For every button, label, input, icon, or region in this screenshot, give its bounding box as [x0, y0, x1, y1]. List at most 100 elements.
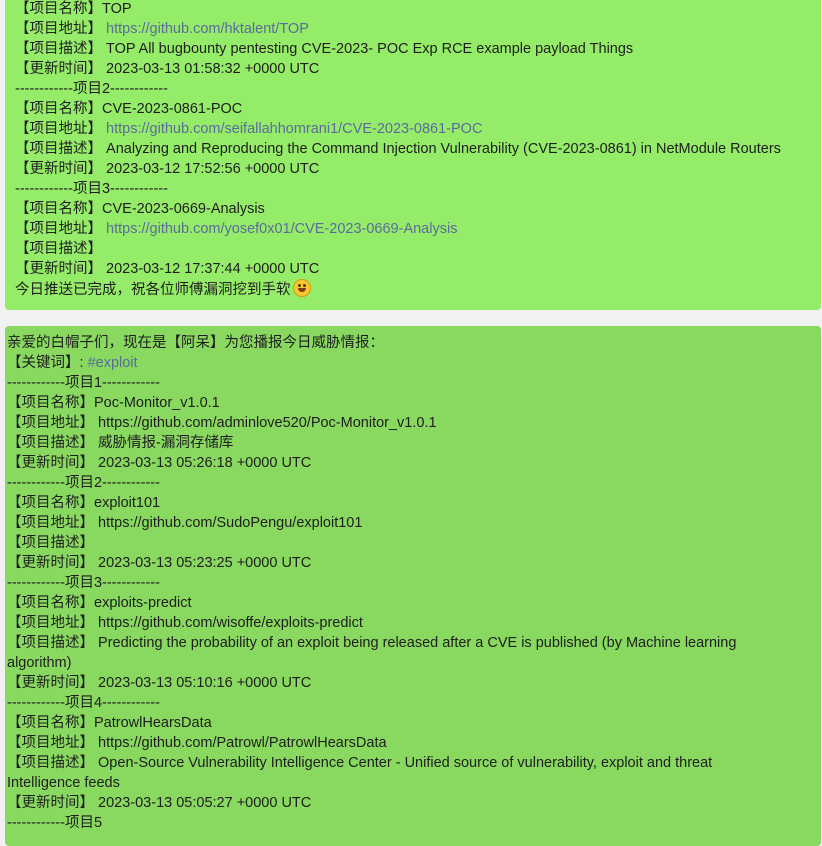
keyword-hashtag[interactable]: #exploit: [88, 355, 138, 371]
field-value: TOP: [102, 1, 132, 17]
project-description: 威胁情报-漏洞存储库: [98, 435, 234, 451]
project-updated-time: 2023-03-13 05:26:18 +0000 UTC: [98, 455, 312, 471]
field-label: 【更新时间】: [15, 261, 107, 277]
project-url[interactable]: https://github.com/SudoPengu/exploit101: [98, 515, 362, 531]
project-separator: ------------项目4------------: [7, 695, 160, 711]
field-label: 【项目描述】: [7, 435, 99, 451]
project-url-link[interactable]: https://github.com/seifallahhomrani1/CVE…: [106, 121, 482, 137]
field-label: 【项目名称】: [7, 595, 94, 611]
message-line: 【项目地址】 https://github.com/hktalent/TOP: [15, 19, 821, 39]
project-url[interactable]: https://github.com/Patrowl/PatrowlHearsD…: [98, 735, 387, 751]
field-label: 【项目地址】: [15, 221, 107, 237]
field-value: Analyzing and Reproducing the Command In…: [106, 141, 781, 157]
message-line: 【更新时间】 2023-03-13 01:58:32 +0000 UTC: [15, 59, 821, 79]
closing-text: 今日推送已完成，祝各位师傅漏洞挖到手软: [15, 282, 291, 298]
keyword-line: 【关键词】: #exploit: [7, 353, 821, 373]
trailing-separator: ------------项目5: [7, 815, 103, 831]
message-line: ------------项目3------------: [15, 179, 821, 199]
project-url-line: 【项目地址】 https://github.com/SudoPengu/expl…: [7, 513, 821, 533]
project-name: PatrowlHearsData: [94, 715, 212, 731]
project-updated-time: 2023-03-13 05:05:27 +0000 UTC: [98, 795, 312, 811]
project-item: ------------项目1------------ 【项目名称】Poc-Mon…: [7, 373, 821, 473]
field-label: 【更新时间】: [7, 795, 99, 811]
field-label: 【项目名称】: [15, 101, 102, 117]
message-line: ------------项目2------------: [15, 79, 821, 99]
project-url-line: 【项目地址】 https://github.com/adminlove520/P…: [7, 413, 821, 433]
project-name-line: 【项目名称】exploits-predict: [7, 593, 821, 613]
project-url-link[interactable]: https://github.com/yosef0x01/CVE-2023-06…: [106, 221, 457, 237]
project-description: Predicting the probability of an exploit…: [7, 635, 737, 671]
field-value: ------------项目2------------: [15, 81, 168, 97]
project-name: exploit101: [94, 495, 161, 511]
field-label: 【项目名称】: [7, 495, 94, 511]
field-label: 【项目名称】: [15, 201, 102, 217]
message-line: 【项目描述】 Analyzing and Reproducing the Com…: [15, 139, 821, 159]
project-name: Poc-Monitor_v1.0.1: [94, 395, 220, 411]
project-separator: ------------项目3------------: [7, 575, 160, 591]
field-label: 【项目描述】: [7, 535, 94, 551]
project-separator: ------------项目2------------: [7, 475, 160, 491]
project-description-line: 【项目描述】: [7, 533, 821, 553]
message-line: 【更新时间】 2023-03-12 17:37:44 +0000 UTC: [15, 259, 821, 279]
project-updated-time-line: 【更新时间】 2023-03-13 05:26:18 +0000 UTC: [7, 453, 821, 473]
project-updated-time: 2023-03-13 05:23:25 +0000 UTC: [98, 555, 312, 571]
project-name: exploits-predict: [94, 595, 192, 611]
project-description-line: 【项目描述】 Open-Source Vulnerability Intelli…: [7, 753, 821, 793]
project-separator: ------------项目1------------: [7, 375, 160, 391]
field-label: 【项目地址】: [7, 735, 99, 751]
project-item: ------------项目3------------ 【项目名称】exploit…: [7, 573, 821, 693]
field-label: 【项目描述】: [7, 635, 99, 651]
message-line: 【更新时间】 2023-03-12 17:52:56 +0000 UTC: [15, 159, 821, 179]
field-label: 【更新时间】: [15, 61, 107, 77]
field-label: 【项目描述】: [7, 755, 99, 771]
project-url-line: 【项目地址】 https://github.com/wisoffe/exploi…: [7, 613, 821, 633]
project-updated-time: 2023-03-13 05:10:16 +0000 UTC: [98, 675, 312, 691]
field-label: 【更新时间】: [7, 675, 99, 691]
project-updated-time-line: 【更新时间】 2023-03-13 05:05:27 +0000 UTC: [7, 793, 821, 813]
field-label: 【项目地址】: [7, 415, 99, 431]
field-label: 【更新时间】: [15, 161, 107, 177]
message-bubble-2[interactable]: 亲爱的白帽子们，现在是【阿呆】为您播报今日威胁情报： 【关键词】: #explo…: [5, 326, 821, 846]
project-url[interactable]: https://github.com/adminlove520/Poc-Moni…: [98, 415, 437, 431]
field-value: 2023-03-12 17:37:44 +0000 UTC: [106, 261, 320, 277]
message-line: 【项目地址】 https://github.com/seifallahhomra…: [15, 119, 821, 139]
message-bubble-1[interactable]: 【项目名称】TOP 【项目地址】 https://github.com/hktal…: [5, 0, 821, 310]
project-item: ------------项目2------------ 【项目名称】exploit…: [7, 473, 821, 573]
field-value: ------------项目3------------: [15, 181, 168, 197]
field-label: 【项目名称】: [7, 395, 94, 411]
project-name-line: 【项目名称】Poc-Monitor_v1.0.1: [7, 393, 821, 413]
message-line: 【项目描述】 TOP All bugbounty pentesting CVE-…: [15, 39, 821, 59]
project-url[interactable]: https://github.com/wisoffe/exploits-pred…: [98, 615, 363, 631]
field-value: CVE-2023-0861-POC: [102, 101, 243, 117]
project-item: ------------项目4------------ 【项目名称】Patrowl…: [7, 693, 821, 813]
project-updated-time-line: 【更新时间】 2023-03-13 05:10:16 +0000 UTC: [7, 673, 821, 693]
field-label: 【项目名称】: [15, 1, 102, 17]
field-value: 2023-03-13 01:58:32 +0000 UTC: [106, 61, 320, 77]
field-value: TOP All bugbounty pentesting CVE-2023- P…: [106, 41, 634, 57]
message-line: 【项目名称】TOP: [15, 0, 821, 19]
closing-line: 今日推送已完成，祝各位师傅漏洞挖到手软: [15, 279, 821, 299]
project-url-link[interactable]: https://github.com/hktalent/TOP: [106, 21, 309, 37]
project-description-line: 【项目描述】 Predicting the probability of an …: [7, 633, 821, 673]
field-label: 【项目名称】: [7, 715, 94, 731]
project-description-line: 【项目描述】 威胁情报-漏洞存储库: [7, 433, 821, 453]
message-line: 【项目名称】CVE-2023-0861-POC: [15, 99, 821, 119]
field-label: 【项目描述】: [15, 141, 107, 157]
message-line: 【项目名称】CVE-2023-0669-Analysis: [15, 199, 821, 219]
field-label: 【项目地址】: [15, 21, 107, 37]
project-list: ------------项目1------------ 【项目名称】Poc-Mon…: [7, 373, 821, 813]
project-updated-time-line: 【更新时间】 2023-03-13 05:23:25 +0000 UTC: [7, 553, 821, 573]
message-line: 【项目描述】: [15, 239, 821, 259]
project-description: Open-Source Vulnerability Intelligence C…: [7, 755, 713, 791]
message-1-body: 【项目名称】TOP 【项目地址】 https://github.com/hktal…: [15, 0, 821, 279]
field-label: 【项目地址】: [7, 515, 99, 531]
field-label: 【更新时间】: [7, 455, 99, 471]
field-label: 【项目描述】: [15, 41, 107, 57]
project-url-line: 【项目地址】 https://github.com/Patrowl/Patrow…: [7, 733, 821, 753]
field-label: 【项目地址】: [15, 121, 107, 137]
message-line: 【项目地址】 https://github.com/yosef0x01/CVE-…: [15, 219, 821, 239]
field-value: 2023-03-12 17:52:56 +0000 UTC: [106, 161, 320, 177]
keyword-label: 【关键词】:: [7, 355, 88, 371]
field-label: 【更新时间】: [7, 555, 99, 571]
grinning-face-icon: [292, 279, 311, 297]
